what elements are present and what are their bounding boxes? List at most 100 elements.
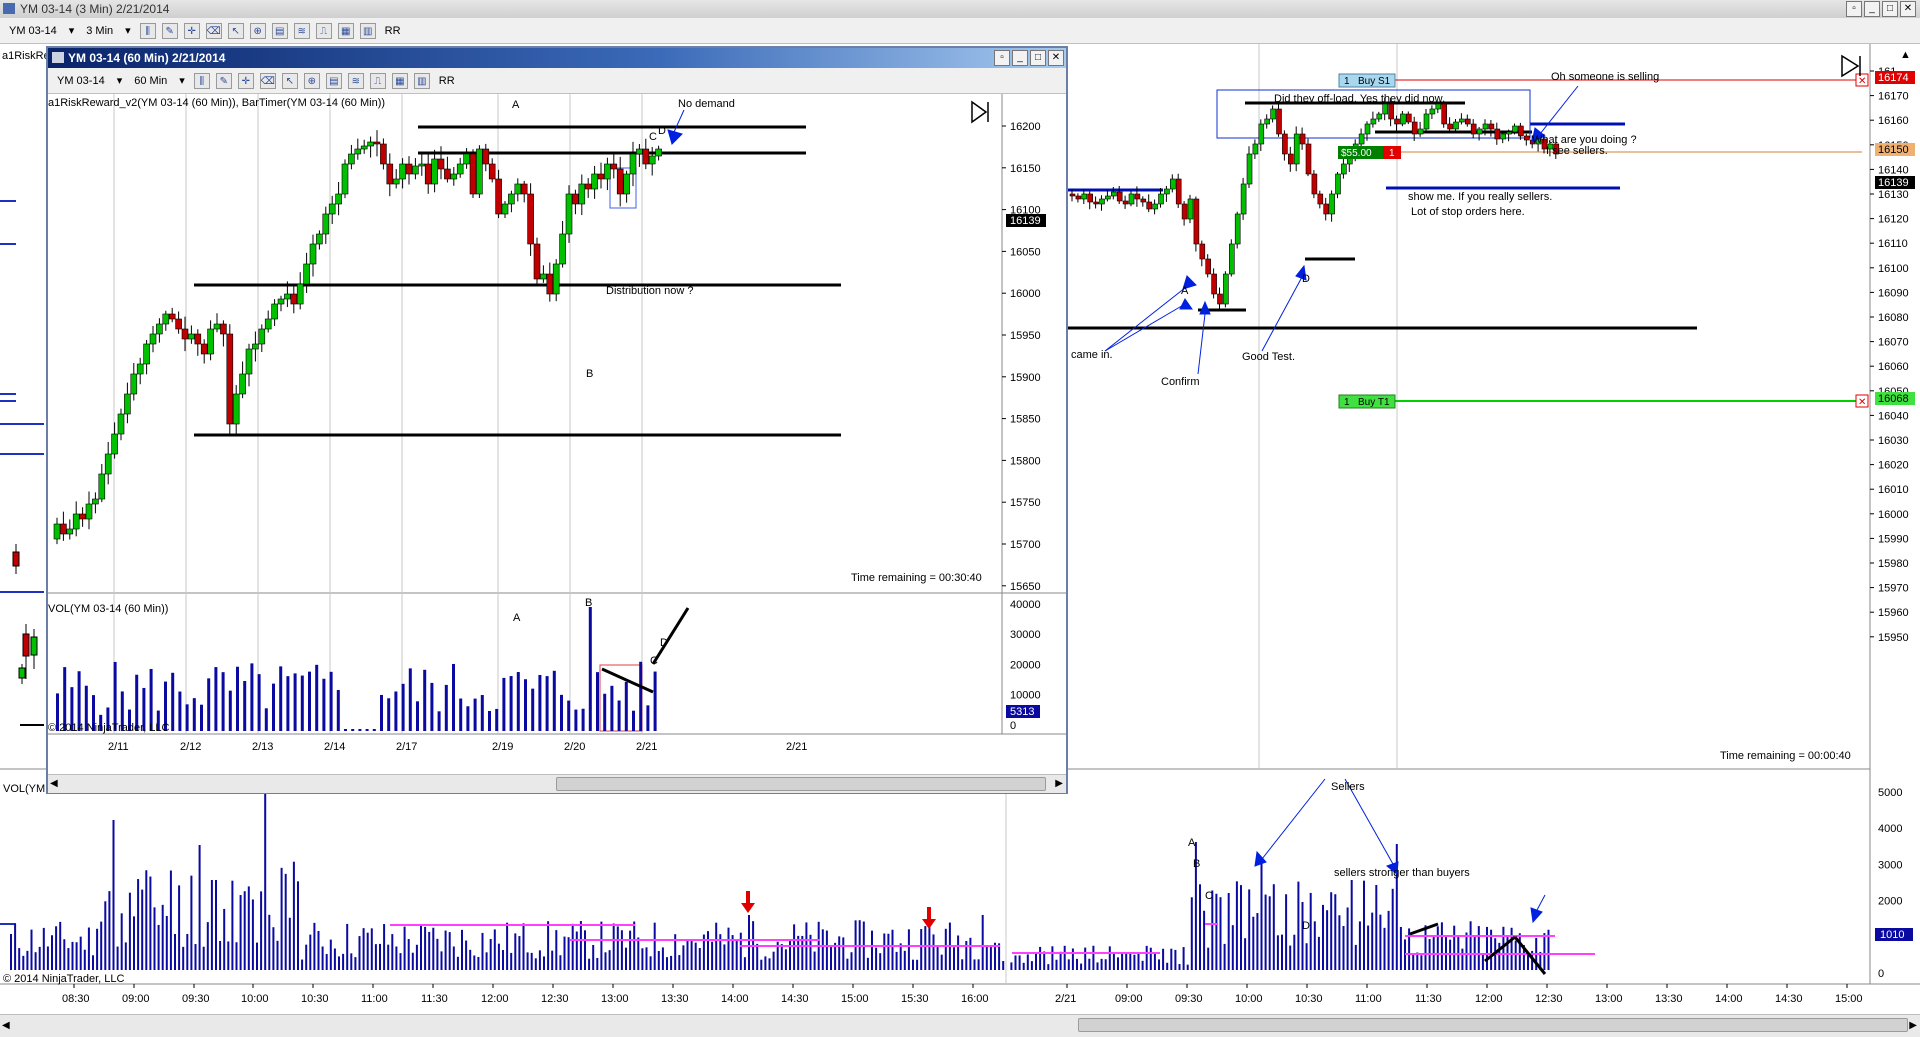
child-price-tick-label: 16200: [1010, 121, 1041, 133]
chevron-down-icon[interactable]: ▾: [114, 74, 126, 87]
pencil-icon[interactable]: ✎: [161, 22, 178, 39]
scroll-left-icon[interactable]: ◀: [2, 1020, 10, 1031]
buy-t1-tag[interactable]: 1 Buy T1: [1338, 394, 1396, 409]
pink-volume-lines: [390, 923, 1595, 955]
restore-icon[interactable]: ▫: [1846, 1, 1862, 17]
pointer-icon[interactable]: ↖: [281, 72, 298, 89]
time-tick-label: 11:00: [361, 993, 388, 1005]
child-scrollbar-thumb[interactable]: [556, 777, 1046, 791]
child-window-title[interactable]: YM 03-14 (60 Min) 2/21/2014: [48, 48, 1066, 68]
child-rr-button[interactable]: RR: [436, 75, 458, 87]
child-maximize-button[interactable]: □: [1030, 50, 1046, 66]
child-chart-canvas[interactable]: 1620016150161001605016000159501590015850…: [48, 94, 1066, 774]
strategies-icon[interactable]: ⎍: [315, 22, 332, 39]
main-volume-axis[interactable]: 5000400030002000100001010: [1875, 787, 1913, 980]
time-tick-label: 15:00: [841, 993, 869, 1005]
pointer-icon[interactable]: ↖: [227, 22, 244, 39]
properties-icon[interactable]: ▤: [325, 72, 342, 89]
child-price-tick-label: 16150: [1010, 163, 1041, 175]
child-scroll-right-icon[interactable]: ▶: [1055, 778, 1063, 789]
strategies-icon[interactable]: ⎍: [369, 72, 386, 89]
child-date-tick-label: 2/21: [636, 741, 657, 753]
scroll-right-icon[interactable]: ▶: [1909, 1020, 1917, 1031]
child-price-tick-label: 16000: [1010, 288, 1041, 300]
child-instrument-select[interactable]: YM 03-14: [54, 75, 108, 87]
svg-text:✕: ✕: [1858, 397, 1866, 408]
position-pnl-tag[interactable]: $55.00 1: [1338, 146, 1401, 159]
child-volume-axis[interactable]: 40000 30000 20000 10000 0 5313: [1006, 599, 1041, 732]
skip-to-end-icon[interactable]: [1841, 54, 1861, 78]
maximize-button[interactable]: □: [1882, 1, 1898, 17]
vol-tick-label: 4000: [1878, 823, 1902, 835]
scrollbar-thumb[interactable]: [1078, 1018, 1908, 1032]
eraser-icon[interactable]: ⌫: [205, 22, 222, 39]
vol-annot-c: C: [1205, 890, 1213, 902]
time-tick-label: 12:00: [1475, 993, 1503, 1005]
indicators-icon[interactable]: ≋: [293, 22, 310, 39]
vol-tick-label: 0: [1878, 968, 1884, 980]
child-volume-bars: [56, 607, 657, 731]
eraser-icon[interactable]: ⌫: [259, 72, 276, 89]
properties-icon[interactable]: ▤: [271, 22, 288, 39]
buy-s1-tag[interactable]: 1 Buy S1: [1338, 73, 1396, 88]
crosshair-icon[interactable]: ✛: [237, 72, 254, 89]
period-select[interactable]: 3 Min: [83, 25, 116, 37]
child-date-tick-label: 2/13: [252, 741, 273, 753]
stop-close-icon[interactable]: ✕: [1855, 73, 1869, 87]
child-vol-trend-lines: [601, 607, 690, 694]
time-tick-label: 14:00: [721, 993, 749, 1005]
bar-type-icon[interactable]: ⫼: [193, 72, 210, 89]
main-horizontal-scrollbar[interactable]: ◀ ▶: [0, 1014, 1920, 1037]
child-annot-no-demand: No demand: [678, 98, 735, 110]
price-tick-label: 16140: [1878, 164, 1909, 176]
chevron-down-icon[interactable]: ▾: [176, 74, 188, 87]
child-vol-label: VOL(YM 03-14 (60 Min)): [48, 603, 168, 615]
chevron-down-icon[interactable]: ▾: [122, 24, 134, 37]
child-price-axis[interactable]: 1620016150161001605016000159501590015850…: [1002, 121, 1046, 593]
zoom-icon[interactable]: ⊕: [249, 22, 266, 39]
svg-text:16139: 16139: [1878, 177, 1909, 189]
data-box-icon[interactable]: ▦: [337, 22, 354, 39]
child-price-tick-label: 15800: [1010, 455, 1041, 467]
chart-trader-icon[interactable]: ▥: [359, 22, 376, 39]
rr-button[interactable]: RR: [382, 25, 404, 37]
annot-came-in: came in.: [1071, 349, 1113, 361]
price-tick-label: 16010: [1878, 484, 1909, 496]
chart-trader-icon[interactable]: ▥: [413, 72, 430, 89]
time-tick-label: 12:30: [1535, 993, 1563, 1005]
svg-text:▲: ▲: [1900, 49, 1911, 61]
chevron-down-icon[interactable]: ▾: [66, 24, 78, 37]
main-price-axis[interactable]: 1611617016160161501614016130161201611016…: [1870, 66, 1915, 644]
child-annot-a: A: [512, 99, 520, 111]
pencil-icon[interactable]: ✎: [215, 72, 232, 89]
svg-text:16139: 16139: [1010, 215, 1041, 227]
child-date-tick-label: 2/21: [786, 741, 807, 753]
target-close-icon[interactable]: ✕: [1855, 394, 1869, 408]
instrument-select[interactable]: YM 03-14: [6, 25, 60, 37]
time-axis[interactable]: 08:30 09:00 09:30 10:00 10:30 11:00 11:30 12:00…: [62, 984, 1863, 1005]
price-tick-label: 16130: [1878, 189, 1909, 201]
annot-offload: Did they off-load. Yes they did now: [1274, 93, 1443, 105]
child-close-button[interactable]: ✕: [1048, 50, 1064, 66]
collapse-icon[interactable]: ▲: [1900, 49, 1911, 61]
svg-text:16150: 16150: [1878, 144, 1909, 156]
child-period-select[interactable]: 60 Min: [131, 75, 170, 87]
child-indicator-label: a1RiskReward_v2(YM 03-14 (60 Min)), BarT…: [48, 97, 385, 109]
minimize-button[interactable]: _: [1864, 1, 1880, 17]
price-tick-label: 16070: [1878, 337, 1909, 349]
child-scroll-left-icon[interactable]: ◀: [50, 778, 58, 789]
child-chart-window[interactable]: YM 03-14 (60 Min) 2/21/2014 ▫ _ □ ✕ YM 0…: [46, 46, 1068, 794]
zoom-icon[interactable]: ⊕: [303, 72, 320, 89]
child-minimize-button[interactable]: _: [1012, 50, 1028, 66]
indicators-icon[interactable]: ≋: [347, 72, 364, 89]
time-tick-label: 14:30: [781, 993, 809, 1005]
child-date-axis[interactable]: 2/11 2/12 2/13 2/14 2/17 2/19 2/20 2/21 2/21: [108, 741, 807, 753]
bar-type-icon[interactable]: ⫼: [139, 22, 156, 39]
close-button[interactable]: ✕: [1900, 1, 1916, 17]
child-skip-to-end-icon[interactable]: [971, 100, 989, 124]
annot-stops: Lot of stop orders here.: [1411, 206, 1525, 218]
data-box-icon[interactable]: ▦: [391, 72, 408, 89]
child-horizontal-scrollbar[interactable]: ◀ ▶: [48, 774, 1066, 793]
child-restore-icon[interactable]: ▫: [994, 50, 1010, 66]
crosshair-icon[interactable]: ✛: [183, 22, 200, 39]
